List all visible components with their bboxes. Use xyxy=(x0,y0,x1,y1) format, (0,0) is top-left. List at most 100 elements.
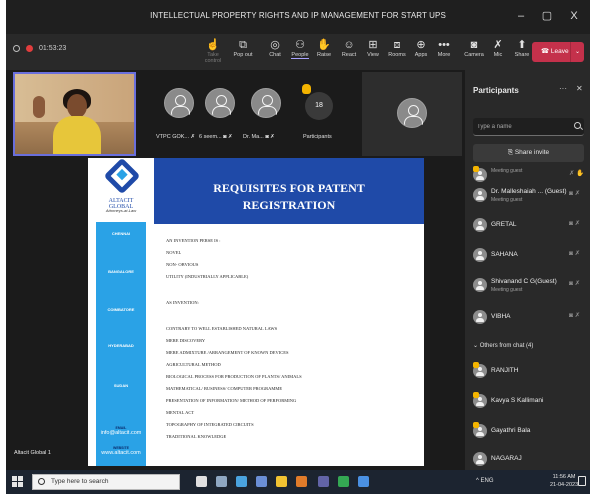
shield-icon xyxy=(13,45,20,52)
avatar-icon[interactable] xyxy=(164,88,194,118)
hand-pointer-icon: ☝ xyxy=(206,39,220,51)
participant-video[interactable] xyxy=(13,72,136,156)
recording-icon xyxy=(26,45,33,52)
folder-icon[interactable] xyxy=(276,476,287,487)
participant-row[interactable]: NAGARAJ xyxy=(473,450,589,472)
participant-tile-label: VTPC GOK... ✗ xyxy=(156,134,196,140)
take-control-button[interactable]: ☝ Take control xyxy=(200,38,226,64)
self-tile[interactable] xyxy=(362,72,462,156)
meeting-toolbar: 01:53:23 ☝ Take control ⧉ Pop out ◎ Chat… xyxy=(6,34,590,70)
slide-line: CONTRARY TO WELL ESTABLISHED NATURAL LAW… xyxy=(166,326,278,331)
participant-row[interactable]: Shivanand C G(Guest) Meeting guest ◙ ✗ xyxy=(473,276,589,298)
chevron-down-icon: ⌄ xyxy=(473,343,479,349)
more-button[interactable]: ••• More xyxy=(431,38,457,58)
slide-line: TOPOGRAPHY OF INTEGRATED CIRCUITS xyxy=(166,422,254,427)
close-button[interactable]: X xyxy=(565,7,583,25)
windows-taskbar: Type here to search ^ ENG 11:56 AM 21-04… xyxy=(6,470,590,494)
react-button[interactable]: ☺ React xyxy=(336,38,362,58)
pop-out-icon: ⧉ xyxy=(239,39,247,51)
app-icon[interactable] xyxy=(256,476,267,487)
slide-line: UTILITY (INDUSTRIALLY APPLICABLE) xyxy=(166,274,249,279)
slide-line: PRESENTATION OF INFORMATION/ METHOD OF P… xyxy=(166,398,297,403)
avatar-icon[interactable] xyxy=(205,88,235,118)
logo-tagline: Attorneys-at-Law xyxy=(105,208,137,213)
clock[interactable]: 11:56 AM 21-04-2023 xyxy=(550,474,578,489)
more-icon[interactable]: ··· xyxy=(559,84,567,93)
share-invite-button[interactable]: ⎘ Share invite xyxy=(473,144,584,162)
mic-off-icon: ✗ xyxy=(270,134,275,140)
slide-line: MERE ADMIXTURE /ARRANGEMENT OF KNOWN DEV… xyxy=(166,350,289,355)
slide-line: TRADITIONAL KNOWLEDGE xyxy=(166,434,227,439)
avatar-icon xyxy=(473,278,487,292)
avatar-icon xyxy=(473,310,487,324)
teams-icon[interactable] xyxy=(318,476,329,487)
participants-label: Participants xyxy=(303,134,332,140)
slide-sidebar: ALTACIT GLOBAL Attorneys-at-Law CHENNAI … xyxy=(96,157,146,466)
minimize-button[interactable]: – xyxy=(512,7,530,25)
app-icon[interactable] xyxy=(296,476,307,487)
participant-row[interactable]: Gayathri Bala xyxy=(473,422,589,444)
office-block: COIMBATORE xyxy=(107,307,135,312)
avatar-icon xyxy=(397,98,427,128)
people-icon: ⚇ xyxy=(295,39,305,51)
participants-count[interactable]: 18 xyxy=(305,92,333,120)
participant-row[interactable]: RANJITH xyxy=(473,362,589,384)
rooms-button[interactable]: ⧈ Rooms xyxy=(384,38,410,58)
people-button[interactable]: ⚇ People xyxy=(287,38,313,59)
raise-hand-icon xyxy=(302,84,311,94)
avatar-icon xyxy=(473,452,487,466)
participant-row[interactable]: VIBHA ◙ ✗ xyxy=(473,308,589,330)
office-block: HYDERABAD xyxy=(108,343,134,348)
share-invite-icon: ⎘ xyxy=(507,149,514,156)
system-tray[interactable]: ^ ENG xyxy=(476,478,493,484)
participants-panel: Participants ··· ✕ ⎘ Share invite Meetin… xyxy=(465,70,590,470)
participant-search[interactable] xyxy=(473,118,584,136)
website-block: WEBSITE www.altacit.com xyxy=(101,446,141,456)
app-icon[interactable] xyxy=(236,476,247,487)
mic-off-icon: ◙ ✗ xyxy=(569,280,581,287)
participant-row[interactable]: GRETAL ◙ ✗ xyxy=(473,216,589,238)
chat-button[interactable]: ◎ Chat xyxy=(262,38,288,58)
avatar-icon[interactable] xyxy=(251,88,281,118)
chevron-down-icon[interactable]: ⌄ xyxy=(570,42,584,62)
others-section-header[interactable]: ⌄ Others from chat (4) xyxy=(473,342,533,349)
avatar-icon xyxy=(473,188,487,202)
office-block: CHENNAI xyxy=(111,231,131,236)
slide-line: NON- OBVIOUS xyxy=(166,262,199,267)
view-button[interactable]: ⊞ View xyxy=(360,38,386,58)
teams-meeting-window: INTELLECTUAL PROPERTY RIGHTS AND IP MANA… xyxy=(6,0,590,494)
raise-hand-button[interactable]: ✋ Raise xyxy=(311,38,337,58)
camera-button[interactable]: ◙ Camera xyxy=(461,38,487,58)
participant-row[interactable]: SAHANA ◙ ✗ xyxy=(473,246,589,268)
participant-row[interactable]: Dr. Malleshaiah ... (Guest) Meeting gues… xyxy=(473,186,589,208)
raise-hand-icon: ✋ xyxy=(317,39,331,51)
file-icon[interactable] xyxy=(216,476,227,487)
slide-line: AN INVENTION PERSE IS : xyxy=(166,238,221,243)
task-view-icon[interactable] xyxy=(196,476,207,487)
chrome-icon[interactable] xyxy=(338,476,349,487)
slide-line: NOVEL xyxy=(166,250,182,255)
panel-title: Participants xyxy=(473,86,519,95)
taskbar-search[interactable]: Type here to search xyxy=(32,474,180,490)
app-icon[interactable] xyxy=(358,476,369,487)
notification-icon[interactable] xyxy=(578,476,586,486)
participant-tile-label: 6 seem... ◙ ✗ xyxy=(199,134,233,140)
mic-off-icon: ✗ xyxy=(493,39,503,51)
pop-out-button[interactable]: ⧉ Pop out xyxy=(230,38,256,58)
meeting-timer: 01:53:23 xyxy=(39,45,67,52)
office-block: BANGALORE xyxy=(108,269,134,274)
windows-start-icon[interactable] xyxy=(12,476,23,487)
leave-label: Leave xyxy=(550,48,569,55)
close-icon[interactable]: ✕ xyxy=(576,84,583,93)
view-icon: ⊞ xyxy=(368,39,378,51)
slide-line: MERE DISCOVERY xyxy=(166,338,206,343)
participant-row[interactable]: Kavya S Kallimani xyxy=(473,392,589,414)
leave-button[interactable]: ☎ Leave ⌄ xyxy=(532,42,584,62)
mic-button[interactable]: ✗ Mic xyxy=(485,38,511,58)
participant-row[interactable]: Meeting guest ✗ ✋ xyxy=(473,166,589,188)
camera-off-icon: ◙ xyxy=(470,39,478,51)
recording-status: 01:53:23 xyxy=(13,45,66,52)
search-icon xyxy=(574,122,581,129)
search-input[interactable] xyxy=(477,121,567,133)
maximize-button[interactable]: ▢ xyxy=(538,7,556,25)
